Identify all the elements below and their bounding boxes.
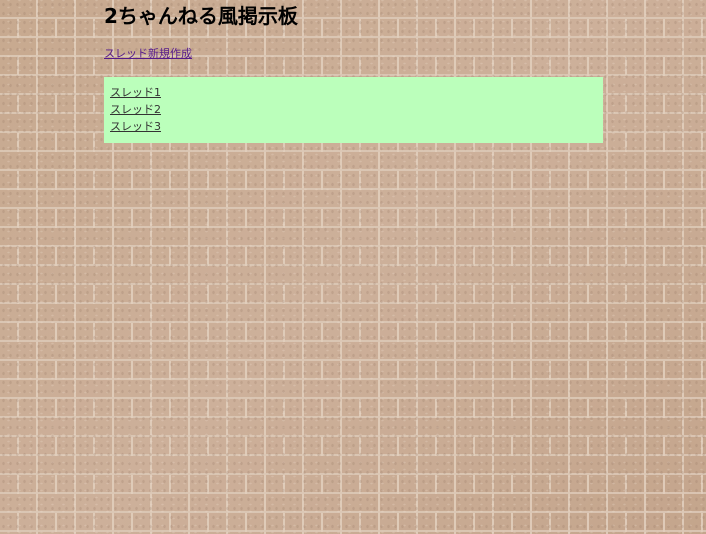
thread-link-1[interactable]: スレッド1 — [110, 84, 161, 101]
thread-link-3[interactable]: スレッド3 — [110, 118, 161, 135]
new-thread-link[interactable]: スレッド新規作成 — [104, 47, 192, 61]
page-title: 2ちゃんねる風掲示板 — [104, 4, 298, 28]
thread-list: スレッド1 スレッド2 スレッド3 — [104, 77, 603, 143]
main-content: 2ちゃんねる風掲示板 スレッド新規作成 スレッド1 スレッド2 スレッド3 — [104, 0, 604, 143]
thread-link-2[interactable]: スレッド2 — [110, 101, 161, 118]
